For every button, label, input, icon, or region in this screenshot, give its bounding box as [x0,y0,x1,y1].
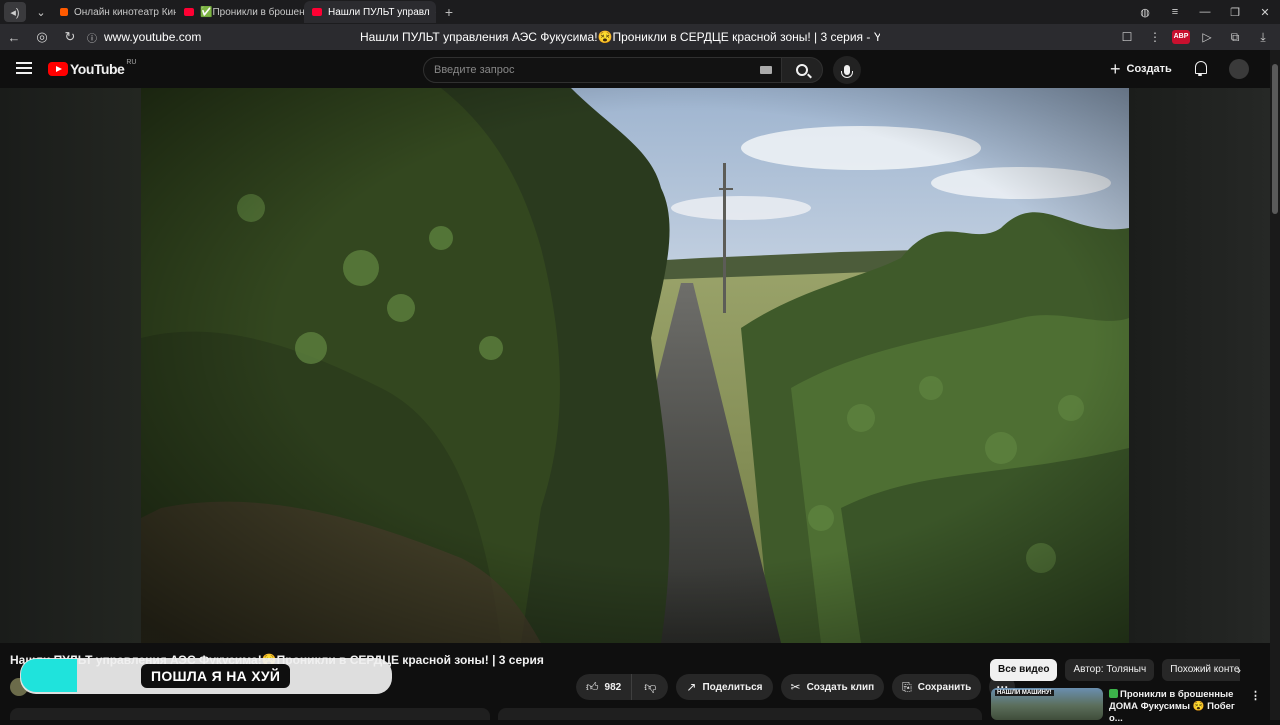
browser-tab-kinopoisk[interactable]: Онлайн кинотеатр Кинопоиск [52,1,176,23]
protect-icon[interactable]: ◎ [28,29,56,45]
youtube-logo[interactable]: YouTube RU [48,61,136,77]
search-icon [796,64,808,76]
reload-icon[interactable]: ↻ [56,29,84,45]
notifications-bell-icon[interactable] [1193,61,1207,75]
create-button[interactable]: + Создать [1110,58,1172,80]
bookmark-icon[interactable]: ☐ [1116,30,1138,44]
adblock-icon[interactable]: ABP [1172,30,1190,44]
video-actions: 👍︎ 982 👎︎ ↗ Поделиться ✂ Создать клип ⎘ … [576,674,1015,700]
close-window-icon[interactable]: ✕ [1250,6,1280,19]
microphone-icon [844,65,850,75]
recommended-more-icon[interactable]: ⋮ [1250,689,1261,702]
youtube-icon [312,8,322,16]
youtube-icon [184,8,194,16]
chevron-right-icon[interactable]: › [1237,663,1241,677]
plus-icon: + [1110,59,1121,80]
like-dislike-group: 👍︎ 982 👎︎ [576,674,668,700]
share-button[interactable]: ↗ Поделиться [676,674,772,700]
description-panel[interactable] [10,708,490,720]
window-controls: ◍ ≡ — ❐ ✕ [1130,0,1280,24]
caption-overlay-accent [21,659,77,692]
search-box [423,57,785,83]
new-tab-button[interactable]: + [440,3,458,21]
minimize-icon[interactable]: — [1190,6,1220,18]
kinopoisk-icon [60,8,68,16]
save-button[interactable]: ⎘ Сохранить [892,674,981,700]
search-button[interactable] [781,57,823,83]
video-player[interactable] [0,88,1270,643]
video-frame[interactable] [141,88,1129,643]
like-button[interactable]: 👍︎ 982 [576,674,632,700]
browser-tab-abandoned-houses[interactable]: ✅Проникли в брошенные [176,1,304,23]
recommended-video[interactable]: НАШЛИ МАШИНУ! Проникли в брошенные ДОМА … [990,688,1260,720]
voice-search-button[interactable] [833,56,861,84]
chip-all-videos[interactable]: Все видео [990,659,1057,681]
tab-label: Онлайн кинотеатр Кинопоиск [74,7,176,18]
comments-panel[interactable] [498,708,982,720]
tab-audio-icon[interactable]: ◂) [4,2,26,22]
scrollbar-thumb[interactable] [1272,64,1278,214]
share-icon: ↗ [686,680,696,694]
scissors-icon: ✂ [791,680,801,694]
site-info-icon[interactable]: ⓘ [84,30,100,45]
check-icon [1109,689,1118,698]
page-title: Нашли ПУЛЬТ управления АЭС Фукусима!😵Про… [360,24,880,50]
tab-label: Нашли ПУЛЬТ управл [328,7,430,18]
youtube-header: YouTube RU + Создать [0,50,1270,88]
chip-similar[interactable]: Похожий контент [1162,659,1240,681]
related-chips: Все видео Автор: Толяныч Похожий контент [990,659,1240,681]
search-input[interactable] [424,58,744,82]
menu-icon[interactable] [16,62,32,74]
like-count: 982 [605,682,622,693]
video-ext-icon[interactable]: ▷ [1196,30,1218,44]
back-icon[interactable]: ← [0,30,28,45]
youtube-play-icon [48,62,68,76]
recommended-thumbnail[interactable]: НАШЛИ МАШИНУ! [991,688,1103,720]
address-bar: ← ◎ ↻ ⓘ www.youtube.com Нашли ПУЛЬТ упра… [0,24,1280,50]
keyboard-icon[interactable] [760,66,772,74]
avatar[interactable] [1229,59,1249,79]
bookmark-save-icon: ⎘ [902,680,912,695]
tab-list-chevron-icon[interactable]: ⌄ [30,2,52,22]
extensions-icon[interactable]: ⧉ [1224,30,1246,45]
caption-overlay-text: ПОШЛА Я НА ХУЙ [141,664,290,688]
page-scrollbar[interactable] [1270,50,1280,720]
profile-icon[interactable]: ◍ [1130,6,1160,19]
download-icon[interactable]: ⤓ [1252,30,1274,45]
browser-tabstrip: ◂) ⌄ Онлайн кинотеатр Кинопоиск ✅Проникл… [0,0,1280,24]
more-menu-icon[interactable]: ⋮ [1144,30,1166,44]
chip-author[interactable]: Автор: Толяныч [1065,659,1154,681]
tabs-menu-icon[interactable]: ≡ [1160,6,1190,18]
thumbs-down-icon: 👎︎ [644,680,656,695]
clip-button[interactable]: ✂ Создать клип [781,674,885,700]
tab-label: ✅Проникли в брошенные [200,7,304,18]
browser-tab-active[interactable]: Нашли ПУЛЬТ управл ◂) ✕ [304,1,436,23]
thumbs-up-icon: 👍︎ [586,680,599,695]
dislike-button[interactable]: 👎︎ [632,674,668,700]
url-field[interactable]: www.youtube.com [104,30,201,44]
restore-icon[interactable]: ❐ [1220,6,1250,19]
